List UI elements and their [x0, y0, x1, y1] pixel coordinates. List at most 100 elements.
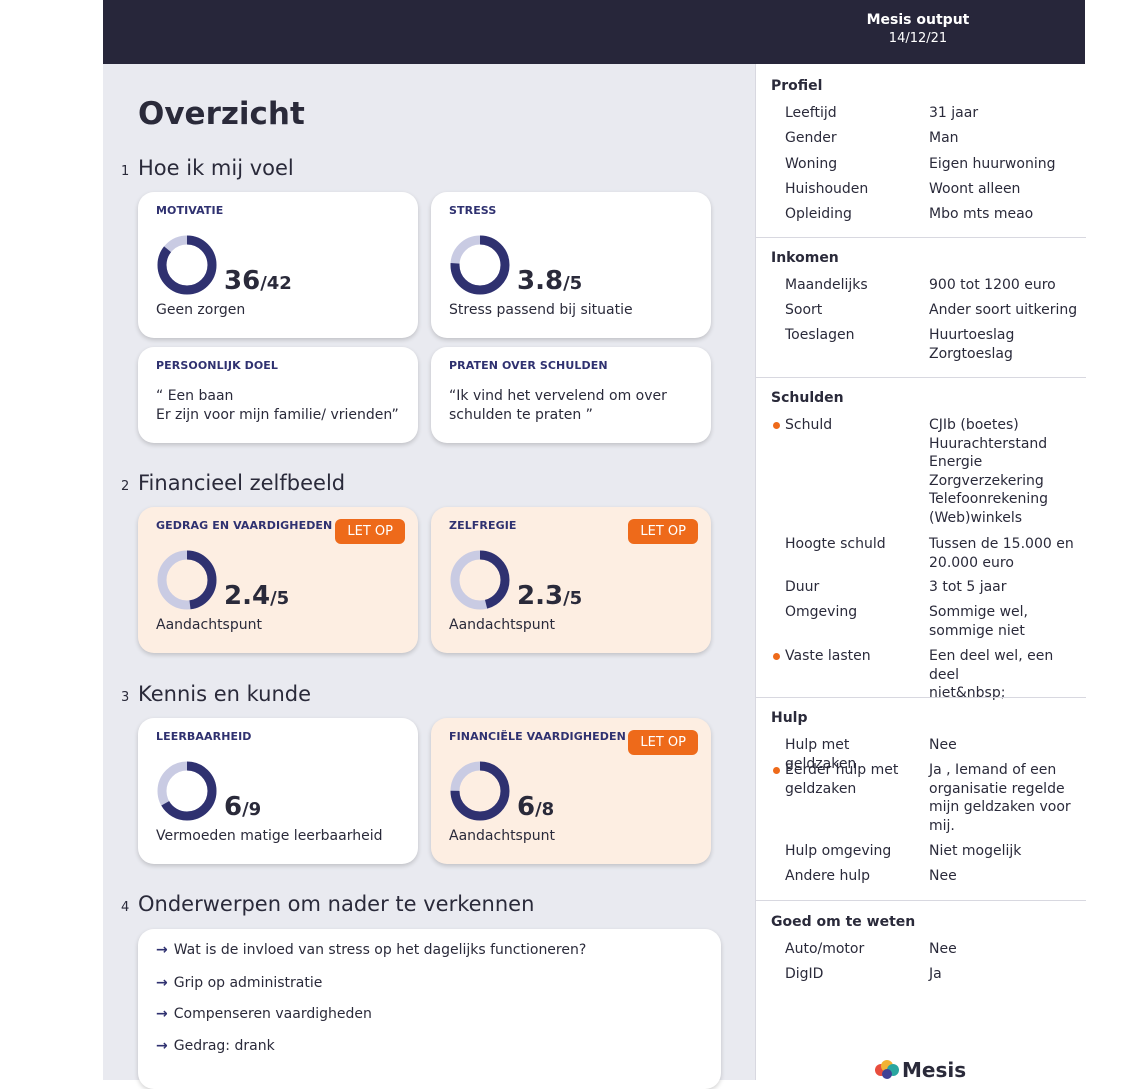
row-value: Woont alleen	[929, 181, 1021, 197]
section-heading-2: 2 Financieel zelfbeeld	[121, 471, 345, 495]
score-max: /8	[535, 799, 555, 820]
topic-text: Grip op administratie	[173, 975, 323, 991]
score-donut-icon	[157, 235, 217, 295]
warning-dot-icon	[773, 767, 780, 774]
score-max: /9	[242, 799, 262, 820]
score-donut-icon	[450, 550, 510, 610]
header-date: 14/12/21	[888, 31, 948, 46]
row-value: Eigen huurwoning	[929, 156, 1056, 172]
quote-text: “ Een baan Er zijn voor mijn familie/ vr…	[156, 388, 399, 423]
motivatie-card: MOTIVATIE 36/42 Geen zorgen	[138, 192, 418, 338]
row-value: Nee	[929, 941, 957, 957]
section-title: Schulden	[771, 390, 844, 406]
score-number: 2.4	[224, 581, 271, 611]
row-value: Nee	[929, 737, 957, 753]
topic-item: → Compenseren vaardigheden	[156, 1006, 372, 1022]
card-label: STRESS	[449, 204, 497, 217]
row-value: 900 tot 1200 euro	[929, 277, 1056, 293]
row-value: Ander soort uitkering	[929, 302, 1078, 318]
row-key: Eerder hulp met geldzaken	[785, 762, 899, 797]
report-page: Mesis output 14/12/21 Overzicht 1 Hoe ik …	[103, 0, 1086, 1089]
row-key: Woning	[785, 156, 838, 172]
financiele-vaardigheden-card: FINANCIËLE VAARDIGHEDEN LET OP 6/8 Aanda…	[431, 718, 711, 864]
leerbaarheid-card: LEERBAARHEID 6/9 Vermoeden matige leerba…	[138, 718, 418, 864]
section-number: 1	[121, 164, 130, 179]
row-key: Leeftijd	[785, 105, 837, 121]
section-heading-4: 4 Onderwerpen om nader te verkennen	[121, 892, 534, 916]
row-key: Soort	[785, 302, 823, 318]
section-title: Inkomen	[771, 250, 839, 266]
row-value: Een deel wel, een deel niet&nbsp;	[929, 648, 1054, 701]
overview-panel: Overzicht 1 Hoe ik mij voel MOTIVATIE 36/…	[103, 64, 755, 1089]
row-value: Ja	[929, 966, 942, 982]
section-title: Hoe ik mij voel	[138, 156, 294, 180]
divider	[756, 377, 1086, 378]
persoonlijk-doel-card: PERSOONLIJK DOEL “ Een baan Er zijn voor…	[138, 347, 418, 443]
score-description: Stress passend bij situatie	[449, 302, 633, 318]
score-description: Geen zorgen	[156, 302, 246, 318]
score-value: 2.3/5	[517, 581, 582, 611]
row-value: Niet mogelijk	[929, 843, 1022, 859]
mesis-logo: Mesis	[872, 1058, 966, 1082]
section-title: Kennis en kunde	[138, 682, 312, 706]
header-title: Mesis output	[866, 12, 970, 28]
section-number: 2	[121, 479, 130, 494]
arrow-right-icon: →	[156, 1006, 168, 1022]
card-label: LEERBAARHEID	[156, 730, 252, 743]
score-number: 2.3	[517, 581, 564, 611]
divider	[756, 900, 1086, 901]
section-title: Hulp	[771, 710, 808, 726]
gedrag-card: GEDRAG EN VAARDIGHEDEN LET OP 2.4/5 Aand…	[138, 507, 418, 653]
divider	[756, 237, 1086, 238]
section-title: Goed om te weten	[771, 914, 916, 930]
score-description: Aandachtspunt	[449, 617, 555, 633]
arrow-right-icon: →	[156, 975, 168, 991]
divider	[756, 697, 1086, 698]
topic-item: → Grip op administratie	[156, 975, 322, 991]
let-op-badge: LET OP	[628, 730, 698, 755]
score-description: Vermoeden matige leerbaarheid	[156, 828, 383, 844]
topics-card: → Wat is de invloed van stress op het dag…	[138, 929, 721, 1089]
let-op-badge: LET OP	[628, 519, 698, 544]
row-key: Opleiding	[785, 206, 852, 222]
arrow-right-icon: →	[156, 942, 168, 958]
card-label: ZELFREGIE	[449, 519, 517, 532]
stress-card: STRESS 3.8/5 Stress passend bij situatie	[431, 192, 711, 338]
score-number: 6	[224, 792, 243, 822]
topic-text: Compenseren vaardigheden	[173, 1006, 372, 1022]
row-value: CJIb (boetes) Huurachterstand Energie Zo…	[929, 417, 1049, 526]
score-max: /42	[260, 273, 292, 294]
score-donut-icon	[157, 761, 217, 821]
section-heading-3: 3 Kennis en kunde	[121, 682, 311, 706]
score-donut-icon	[450, 761, 510, 821]
row-key: Omgeving	[785, 604, 858, 620]
section-title: Financieel zelfbeeld	[138, 471, 346, 495]
score-value: 3.8/5	[517, 266, 582, 296]
row-value: Mbo mts meao	[929, 206, 1034, 222]
score-max: /5	[563, 273, 583, 294]
row-key: Schuld	[785, 417, 833, 433]
score-max: /5	[563, 588, 583, 609]
row-key: Toeslagen	[785, 327, 855, 343]
row-value: Sommige wel, sommige niet	[929, 604, 1028, 639]
row-value: Man	[929, 130, 959, 146]
card-label: MOTIVATIE	[156, 204, 224, 217]
section-title: Profiel	[771, 78, 823, 94]
quote-text: “Ik vind het vervelend om over schulden …	[449, 388, 667, 423]
score-donut-icon	[450, 235, 510, 295]
row-key: Vaste lasten	[785, 648, 871, 664]
score-value: 2.4/5	[224, 581, 289, 611]
row-value: Nee	[929, 868, 957, 884]
row-key: Gender	[785, 130, 837, 146]
row-key: Andere hulp	[785, 868, 870, 884]
row-key: Huishouden	[785, 181, 869, 197]
zelfregie-card: ZELFREGIE LET OP 2.3/5 Aandachtspunt	[431, 507, 711, 653]
section-number: 4	[121, 900, 130, 915]
card-label: GEDRAG EN VAARDIGHEDEN	[156, 519, 333, 532]
card-label: FINANCIËLE VAARDIGHEDEN	[449, 730, 626, 743]
topic-text: Wat is de invloed van stress op het dage…	[173, 942, 587, 958]
arrow-right-icon: →	[156, 1038, 168, 1054]
let-op-badge: LET OP	[335, 519, 405, 544]
row-key: Hoogte schuld	[785, 536, 886, 552]
row-value: 3 tot 5 jaar	[929, 579, 1007, 595]
